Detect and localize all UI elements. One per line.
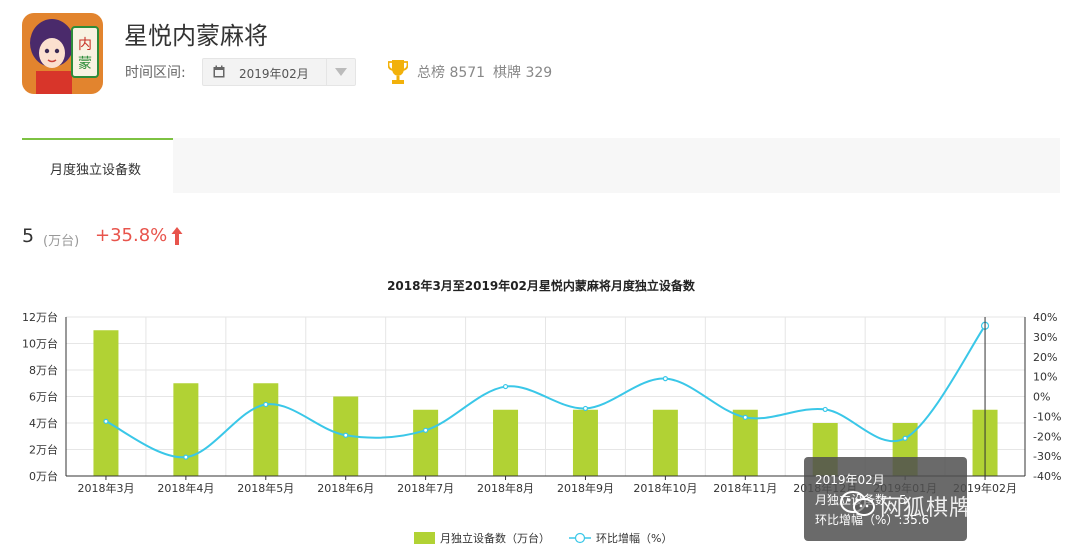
date-value: 2019年02月 <box>239 67 309 81</box>
rank-category: 棋牌 329 <box>493 65 553 81</box>
bar[interactable] <box>173 383 199 476</box>
growth-point[interactable] <box>502 383 509 390</box>
y-right-tick-label: -10% <box>1033 410 1061 423</box>
chart-title: 2018年3月至2019年02月星悦内蒙麻将月度独立设备数 <box>387 278 696 293</box>
growth-point[interactable] <box>103 418 109 424</box>
tooltip-title: 2019年02月 <box>815 473 885 487</box>
tab-label: 月度独立设备数 <box>50 163 142 178</box>
y-right-tick-label: -40% <box>1033 470 1061 483</box>
x-tick-label: 2018年8月 <box>477 481 534 495</box>
x-tick-label: 2018年10月 <box>633 481 697 495</box>
y-right-tick-label: 10% <box>1033 371 1057 384</box>
trophy-icon <box>388 60 408 84</box>
growth-point[interactable] <box>582 405 589 412</box>
growth-point[interactable] <box>662 376 668 382</box>
growth-point[interactable] <box>902 435 908 441</box>
time-range-label: 时间区间: <box>125 65 186 81</box>
bar[interactable] <box>652 409 678 476</box>
y-left-tick-label: 4万台 <box>29 416 58 430</box>
growth-point[interactable] <box>183 454 189 460</box>
y-right-tick-label: 40% <box>1033 311 1057 324</box>
calendar-icon <box>213 65 225 78</box>
x-tick-label: 2018年3月 <box>77 481 134 495</box>
watermark-text: 网狐棋牌开发 <box>880 496 1019 521</box>
mahjong-app-icon: 内 蒙 <box>22 13 103 94</box>
legend-line-label[interactable]: 环比增幅（%） <box>596 531 672 545</box>
growth-point[interactable] <box>423 427 429 433</box>
y-right-tick-label: -30% <box>1033 450 1061 463</box>
growth-point[interactable] <box>742 414 748 420</box>
up-arrow-icon <box>171 227 183 245</box>
x-tick-label: 2018年6月 <box>317 481 374 495</box>
y-left-tick-label: 2万台 <box>29 443 58 457</box>
y-left-tick-label: 0万台 <box>29 469 58 483</box>
y-right-tick-label: 30% <box>1033 331 1057 344</box>
svg-text:内: 内 <box>78 37 92 53</box>
y-right-tick-label: 0% <box>1033 391 1050 404</box>
wechat-icon <box>840 491 875 516</box>
app-title: 星悦内蒙麻将 <box>124 22 268 50</box>
y-left-tick-label: 10万台 <box>22 337 58 351</box>
metric-value: 5 <box>22 225 35 247</box>
bar[interactable] <box>253 383 279 476</box>
x-tick-label: 2018年7月 <box>397 481 454 495</box>
y-right-tick-label: -20% <box>1033 430 1061 443</box>
bar[interactable] <box>413 409 439 476</box>
legend-bar-label[interactable]: 月独立设备数（万台） <box>440 531 550 545</box>
growth-point[interactable] <box>822 406 828 413</box>
legend-line-marker <box>574 532 586 544</box>
legend-bar-swatch <box>414 532 435 544</box>
x-tick-label: 2018年5月 <box>237 481 294 495</box>
x-tick-label: 2018年9月 <box>557 481 614 495</box>
svg-text:蒙: 蒙 <box>78 56 92 72</box>
rank-total: 总榜 8571 <box>417 65 486 81</box>
x-tick-label: 2018年11月 <box>713 481 777 495</box>
chevron-down-icon <box>335 68 347 76</box>
metric-unit: (万台) <box>43 234 80 249</box>
tab-bar: 月度独立设备数 <box>22 138 1060 193</box>
growth-point[interactable] <box>263 401 269 408</box>
growth-point[interactable] <box>343 432 349 438</box>
y-right-tick-label: 20% <box>1033 351 1057 364</box>
bar[interactable] <box>572 409 598 476</box>
date-dropdown-toggle[interactable] <box>326 59 355 85</box>
bar[interactable] <box>493 409 519 476</box>
bar[interactable] <box>93 330 119 476</box>
y-left-tick-label: 8万台 <box>29 363 58 377</box>
metric-change: +35.8% <box>95 225 168 246</box>
y-left-tick-label: 12万台 <box>22 310 58 324</box>
date-picker[interactable]: 2019年02月 <box>202 58 356 86</box>
x-tick-label: 2018年4月 <box>157 481 214 495</box>
tab-monthly-devices[interactable]: 月度独立设备数 <box>22 138 173 193</box>
y-left-tick-label: 6万台 <box>29 390 58 404</box>
